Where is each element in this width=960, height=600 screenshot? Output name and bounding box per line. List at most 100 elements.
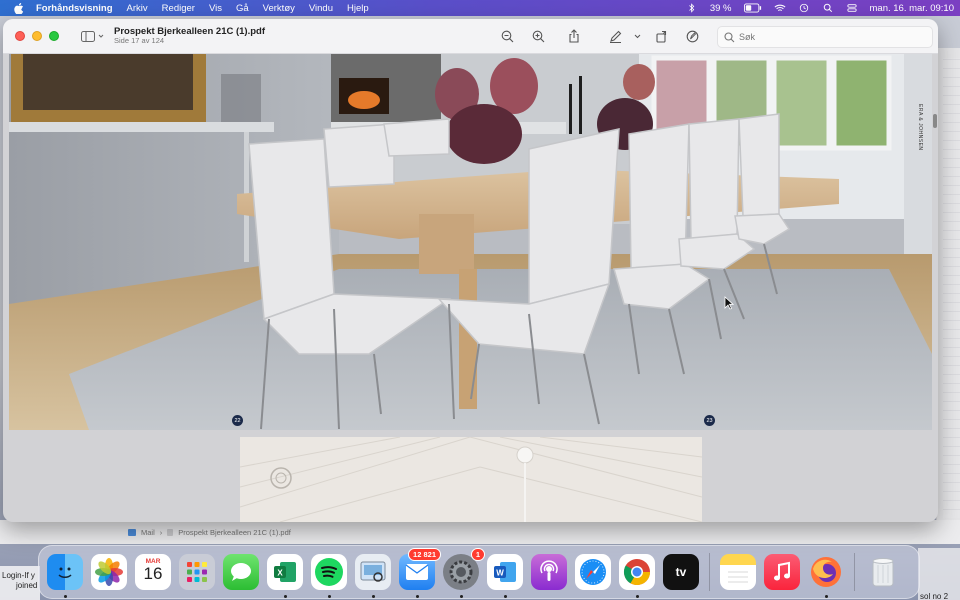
toolbar (499, 28, 700, 44)
dock-preview[interactable] (355, 554, 391, 598)
running-indicator (283, 595, 287, 598)
close-button[interactable] (15, 31, 25, 41)
dock-safari[interactable] (575, 554, 611, 590)
dock-photos[interactable] (91, 554, 127, 590)
dock-word[interactable]: W (487, 554, 523, 598)
menu-arkiv[interactable]: Arkiv (127, 3, 148, 14)
maximize-button[interactable] (49, 31, 59, 41)
dock-podcasts[interactable] (531, 554, 567, 590)
annotate-button[interactable] (684, 28, 700, 44)
mail-breadcrumb: Mail › Prospekt Bjerkealleen 21C (1).pdf (128, 528, 291, 537)
menu-vindu[interactable]: Vindu (309, 3, 333, 14)
zoom-in-icon (532, 30, 544, 42)
minimize-button[interactable] (32, 31, 42, 41)
wifi-icon[interactable] (774, 3, 786, 13)
photos-icon (95, 558, 123, 586)
safari-compass-icon (580, 559, 606, 585)
search-icon (724, 31, 735, 42)
zoom-out-button[interactable] (499, 28, 515, 44)
share-button[interactable] (566, 28, 582, 44)
dock-apple-tv[interactable]: tv (663, 554, 699, 590)
podcasts-icon (540, 560, 558, 581)
chevron-down-icon (98, 34, 104, 38)
notification-right-text: sol no 2 (920, 592, 949, 600)
menubar-clock[interactable]: man. 16. mar. 09:10 (870, 3, 955, 14)
pdf-file-icon (167, 529, 174, 536)
page-number-right: 23 (704, 415, 715, 426)
zoom-in-button[interactable] (530, 28, 546, 44)
running-indicator (635, 595, 639, 598)
mail-envelope-icon (405, 564, 429, 580)
dock-calendar[interactable]: MAR 16 (135, 554, 171, 590)
music-note-icon (774, 561, 790, 581)
excel-icon: X (274, 562, 296, 582)
breadcrumb-mail[interactable]: Mail (141, 528, 155, 537)
notes-icon (728, 571, 748, 583)
spotlight-icon[interactable] (822, 3, 834, 13)
background-window-content (943, 58, 960, 518)
battery-icon[interactable] (743, 3, 762, 13)
dock-mail[interactable]: 12 821 (399, 548, 441, 598)
dock: MAR 16 X 12 821 1 W tv (38, 545, 920, 599)
rotate-button[interactable] (653, 28, 669, 44)
launchpad-grid-icon (187, 562, 207, 582)
pdf-page-photo[interactable]: 22 23 ERA & JOHNSEN (9, 54, 932, 430)
dock-music[interactable] (764, 554, 800, 590)
search-field[interactable] (717, 26, 933, 48)
search-input[interactable] (739, 32, 919, 42)
running-indicator (371, 595, 375, 598)
battery-percent: 39 % (709, 2, 732, 14)
dock-excel[interactable]: X (267, 554, 303, 598)
mail-unread-badge: 12 821 (408, 548, 441, 561)
rotate-icon (655, 30, 666, 43)
dock-finder[interactable] (47, 554, 83, 598)
running-indicator (503, 595, 507, 598)
dock-separator (709, 553, 710, 591)
menu-app-name[interactable]: Forhåndsvisning (36, 3, 113, 14)
tv-label-text: tv (675, 565, 687, 579)
menu-vis[interactable]: Vis (209, 3, 222, 14)
dock-system-preferences[interactable]: 1 (443, 548, 485, 598)
markup-menu-button[interactable] (629, 28, 645, 44)
dock-firefox[interactable] (808, 554, 844, 598)
menu-ga[interactable]: Gå (236, 3, 249, 14)
breadcrumb-file[interactable]: Prospekt Bjerkealleen 21C (1).pdf (178, 528, 291, 537)
menu-rediger[interactable]: Rediger (162, 3, 195, 14)
dock-messages[interactable] (223, 554, 259, 590)
menu-bar: Forhåndsvisning Arkiv Rediger Vis Gå Ver… (0, 0, 960, 16)
settings-badge: 1 (470, 548, 485, 561)
markup-button[interactable] (607, 28, 623, 44)
sidebar-icon (81, 30, 95, 42)
dock-launchpad[interactable] (179, 554, 215, 590)
running-indicator (415, 595, 419, 598)
svg-text:W: W (496, 569, 504, 578)
window-controls (15, 31, 59, 41)
dock-spotify[interactable] (311, 554, 347, 598)
annotate-circle-icon (686, 30, 698, 42)
dock-chrome[interactable] (619, 554, 655, 598)
calendar-day: 16 (143, 564, 163, 583)
trash-icon (872, 558, 894, 587)
running-indicator (63, 595, 67, 598)
pdf-next-page[interactable] (240, 437, 702, 522)
bluetooth-icon[interactable] (686, 3, 698, 13)
page-number-left: 22 (232, 415, 243, 426)
dock-notes[interactable] (720, 554, 756, 590)
dock-trash[interactable] (865, 554, 901, 590)
time-machine-icon[interactable] (798, 3, 810, 13)
running-indicator (327, 595, 331, 598)
apple-menu-icon[interactable] (14, 2, 24, 14)
notification-left-line-2: joined (16, 581, 38, 590)
menu-hjelp[interactable]: Hjelp (347, 3, 369, 14)
vertical-scrollbar[interactable] (933, 114, 937, 128)
svg-text:X: X (277, 569, 283, 578)
control-center-icon[interactable] (846, 3, 858, 13)
menu-verktoy[interactable]: Verktøy (263, 3, 295, 14)
zoom-out-icon (501, 30, 513, 42)
notification-fragment-left[interactable]: Login-If y joined (0, 566, 40, 600)
sidebar-toggle-button[interactable] (81, 30, 104, 42)
notification-left-line-1: Login-If y (2, 571, 35, 580)
notification-fragment-right[interactable]: sol no 2 (918, 548, 960, 600)
document-title-block: Prospekt Bjerkealleen 21C (1).pdf Side 1… (114, 26, 265, 46)
firefox-icon (811, 557, 841, 587)
